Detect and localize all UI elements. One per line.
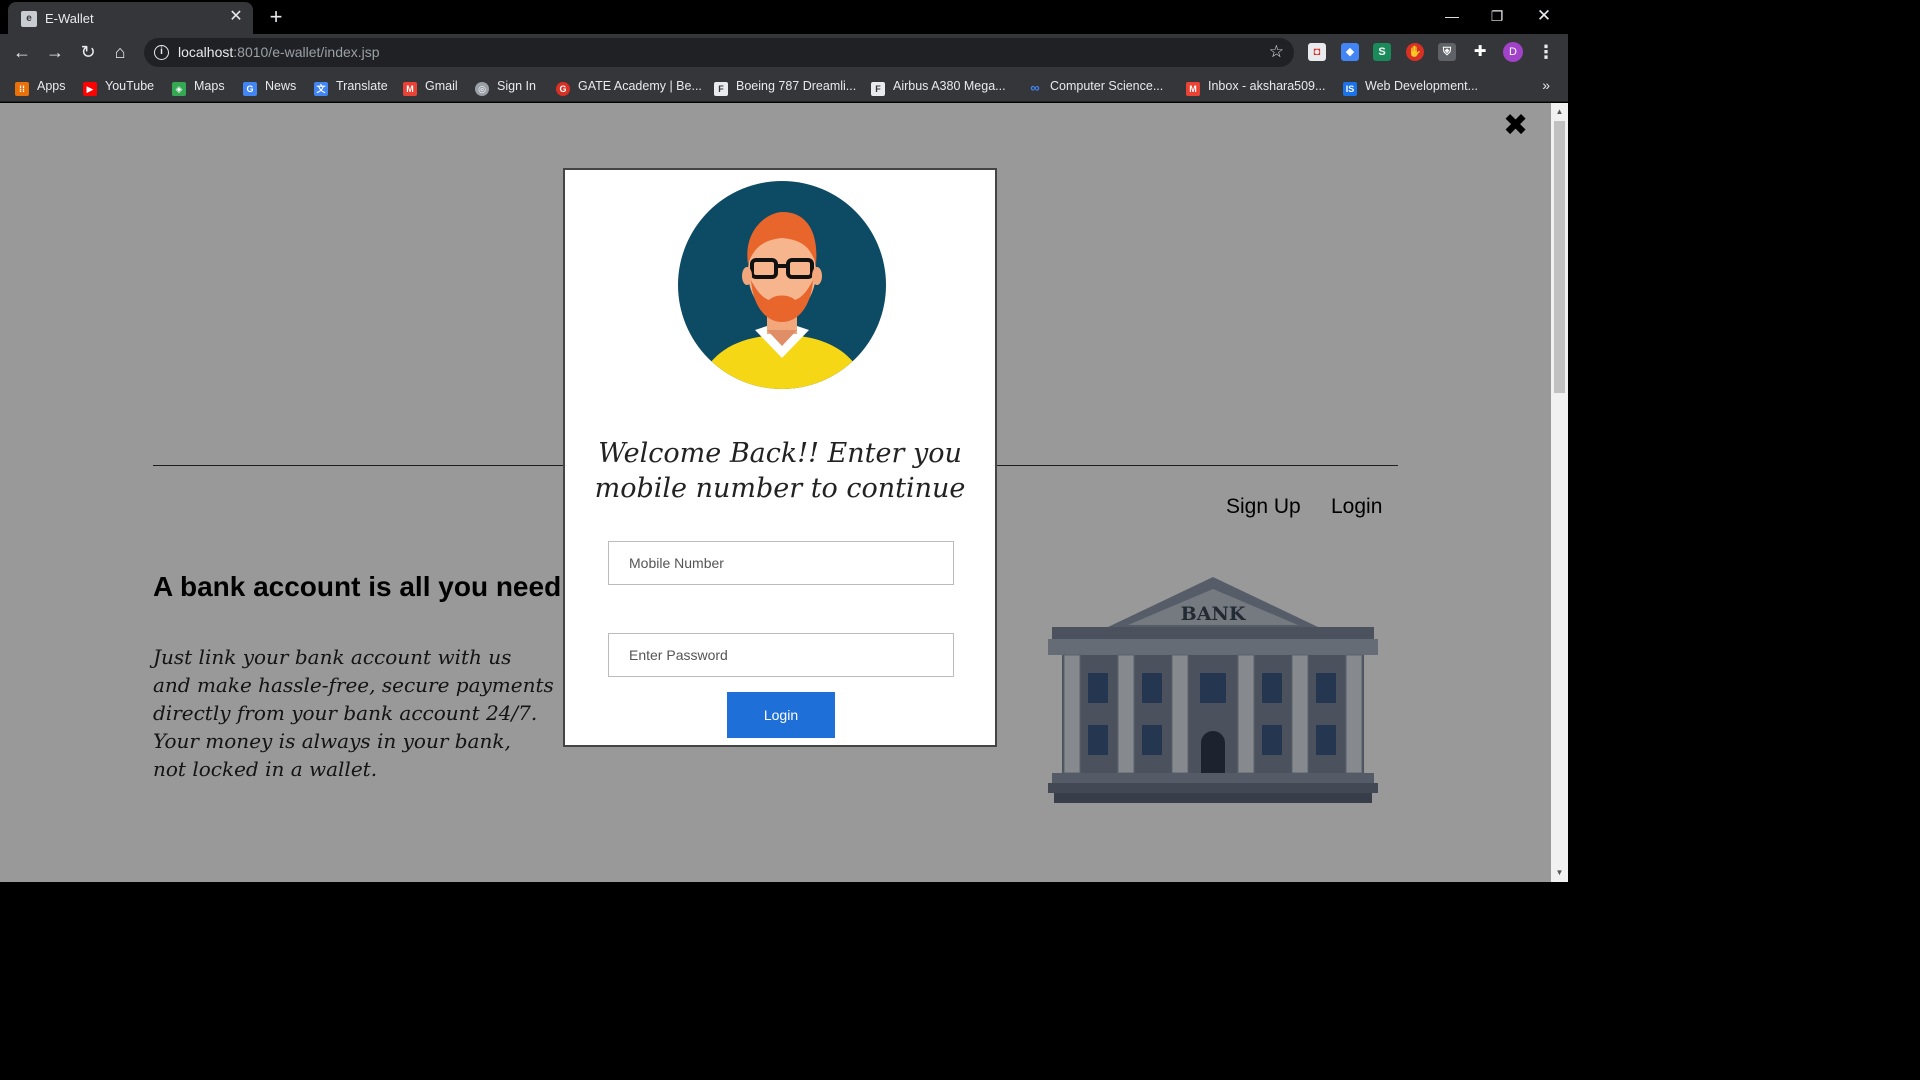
bookmark-label: Inbox - akshara509... [1208,79,1326,93]
restore-window-icon[interactable]: ❐ [1475,4,1519,28]
bookmarks-bar: ⁞⁞ Apps ▶ YouTube ◈ Maps G News 文 Translate M… [0,70,1568,102]
url-host: localhost [178,44,234,60]
infinity-icon: ∞ [1030,80,1040,95]
close-window-icon[interactable]: ✕ [1522,4,1566,28]
bookmark-youtube[interactable]: ▶ YouTube [83,77,155,96]
browser-toolbar: ← → ↻ ⌂ i localhost:8010/e-wallet/index.… [0,34,1568,70]
bookmark-label: GATE Academy | Be... [578,79,702,93]
url-text[interactable]: localhost:8010/e-wallet/index.jsp [178,44,380,60]
shield-extension-icon[interactable]: ⛨ [1438,43,1456,61]
page-viewport: Sign Up Login A bank account is all you … [0,103,1568,882]
youtube-icon: ▶ [83,82,97,96]
apps-grid-icon: ⁞⁞ [15,82,29,96]
bookmark-label: Web Development... [1365,79,1479,93]
bookmark-inbox[interactable]: M Inbox - akshara509... [1186,77,1326,96]
bookmark-news[interactable]: G News [243,77,297,96]
browser-tab[interactable]: e E-Wallet ✕ [8,2,253,34]
translate-icon: 文 [314,82,328,96]
password-input[interactable] [608,633,954,677]
s-extension-icon[interactable]: S [1373,43,1391,61]
back-arrow-icon[interactable]: ← [10,40,34,64]
bookmark-label: Boeing 787 Dreamli... [736,79,857,93]
bookmark-label: YouTube [105,79,155,93]
bookmark-gate-academy[interactable]: G GATE Academy | Be... [556,77,702,96]
modal-title: Welcome Back!! Enter you mobile number t… [594,438,966,504]
extensions-puzzle-icon[interactable]: ✚ [1471,43,1489,61]
bookmark-apps[interactable]: ⁞⁞ Apps [15,77,66,96]
bookmark-label: Translate [336,79,388,93]
bookmark-sign-in[interactable]: ◎ Sign In [475,77,536,96]
scrollbar-thumb[interactable] [1554,121,1565,393]
profile-avatar[interactable]: D [1503,42,1523,62]
bookmark-label: Airbus A380 Mega... [893,79,1006,93]
bookmark-maps[interactable]: ◈ Maps [172,77,225,96]
bookmark-label: News [265,79,297,93]
browser-menu-icon[interactable]: ⋮ [1537,40,1555,64]
reload-icon[interactable]: ↻ [76,40,100,64]
bookmark-label: Computer Science... [1050,79,1164,93]
browser-tabstrip: e E-Wallet ✕ + — ❐ ✕ [0,0,1568,34]
close-modal-icon[interactable]: ✖ [1503,111,1528,141]
login-modal: Welcome Back!! Enter you mobile number t… [563,168,997,747]
flaticon-icon: F [871,82,885,96]
login-button[interactable]: Login [727,692,835,738]
mobile-number-input[interactable] [608,541,954,585]
bookmark-translate[interactable]: 文 Translate [314,77,388,96]
maps-icon: ◈ [172,82,186,96]
address-bar[interactable]: i localhost:8010/e-wallet/index.jsp ☆ [144,38,1294,67]
scroll-up-arrow-icon[interactable]: ▲ [1551,105,1568,119]
bookmark-label: Sign In [497,79,536,93]
ewallet-favicon-icon: e [21,11,37,27]
scroll-down-arrow-icon[interactable]: ▼ [1551,866,1568,880]
pocket-extension-icon[interactable]: ◘ [1308,43,1326,61]
globe-icon: ◎ [475,82,489,96]
bookmark-label: Gmail [425,79,458,93]
flaticon-icon: F [714,82,728,96]
bookmark-gmail[interactable]: M Gmail [403,77,458,96]
news-icon: G [243,82,257,96]
new-tab-button[interactable]: + [264,5,288,29]
gmail-icon: M [403,82,417,96]
more-bookmarks-chevron-icon[interactable]: » [1542,77,1550,93]
adblock-extension-icon[interactable]: ✋ [1406,43,1424,61]
minimize-window-icon[interactable]: — [1430,4,1474,28]
bookmark-label: Apps [37,79,66,93]
bookmark-boeing[interactable]: F Boeing 787 Dreamli... [714,77,857,96]
gate-academy-icon: G [556,82,570,96]
gmail-icon: M [1186,82,1200,96]
is-icon: IS [1343,82,1357,96]
site-info-icon[interactable]: i [154,45,169,60]
tab-close-icon[interactable]: ✕ [227,8,245,26]
home-icon[interactable]: ⌂ [108,40,132,64]
bookmark-computer-science[interactable]: ∞ Computer Science... [1028,77,1163,95]
bookmark-web-development[interactable]: IS Web Development... [1343,77,1479,96]
url-path: :8010/e-wallet/index.jsp [233,44,380,60]
user-avatar-illustration [678,181,886,389]
cube-extension-icon[interactable]: ◆ [1341,43,1359,61]
bookmark-star-icon[interactable]: ☆ [1269,42,1284,62]
forward-arrow-icon[interactable]: → [43,40,67,64]
bookmark-airbus[interactable]: F Airbus A380 Mega... [871,77,1006,96]
bookmark-label: Maps [194,79,225,93]
tab-title: E-Wallet [45,11,94,26]
page-scrollbar[interactable]: ▲ ▼ [1551,103,1568,882]
